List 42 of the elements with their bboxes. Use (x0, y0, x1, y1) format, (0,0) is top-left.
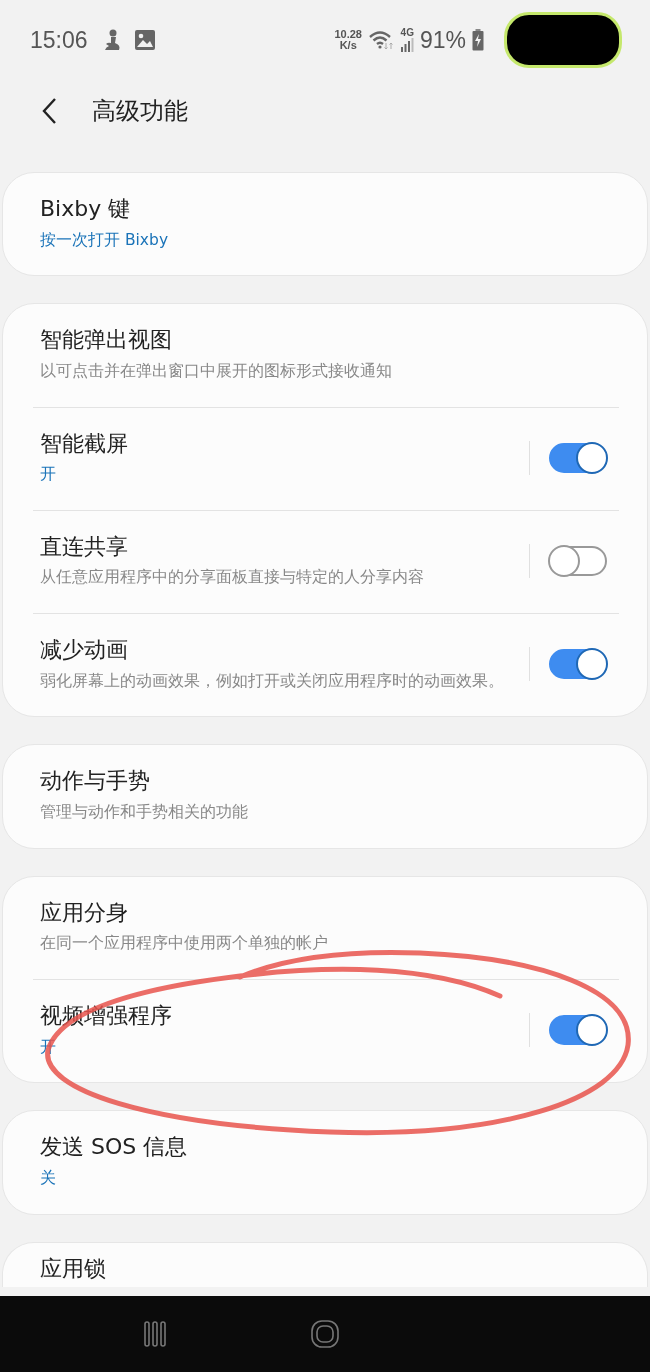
item-summary: 在同一个应用程序中使用两个单独的帐户 (40, 933, 329, 955)
toggle-switch[interactable] (549, 442, 607, 473)
item-summary: 从任意应用程序中的分享面板直接与特定的人分享内容 (40, 567, 425, 589)
item-title: 动作与手势 (40, 767, 151, 796)
item-title: 直连共享 (40, 532, 129, 561)
settings-item[interactable]: 发送 SOS 信息 关 (3, 1111, 647, 1214)
item-summary: 管理与动作和手势相关的功能 (40, 802, 249, 823)
item-summary: 按一次打开 Bixby (40, 229, 170, 251)
image-icon (133, 29, 156, 51)
network-type: 4G (400, 28, 414, 38)
item-title: 应用锁 (40, 1254, 107, 1283)
home-icon[interactable] (311, 1320, 339, 1348)
item-title: 智能截屏 (40, 429, 129, 458)
clock-time: 15:06 (30, 26, 88, 54)
settings-item[interactable]: 智能截屏 开 (3, 407, 647, 510)
signal-icon (399, 38, 414, 52)
wifi-icon (367, 29, 394, 51)
item-title: Bixby 键 (40, 195, 132, 223)
toggle-switch[interactable] (549, 1015, 607, 1046)
page-title: 高级功能 (92, 96, 188, 127)
item-title: 应用分身 (40, 898, 129, 927)
recents-icon[interactable] (141, 1321, 168, 1347)
item-title: 发送 SOS 信息 (40, 1133, 189, 1162)
item-title: 智能弹出视图 (40, 326, 173, 355)
settings-item[interactable]: Bixby 键 按一次打开 Bixby (3, 173, 647, 276)
settings-item[interactable]: 减少动画 弱化屏幕上的动画效果，例如打开或关闭应用程序时的动画效果。 (3, 614, 647, 717)
item-summary: 以可点击并在弹出窗口中展开的图标形式接收通知 (40, 360, 393, 382)
battery-charging-icon (472, 29, 484, 51)
item-summary: 弱化屏幕上的动画效果，例如打开或关闭应用程序时的动画效果。 (40, 670, 505, 692)
item-summary: 关 (40, 1167, 57, 1189)
item-title: 减少动画 (40, 636, 129, 665)
settings-item[interactable]: 动作与手势 管理与动作和手势相关的功能 (3, 745, 647, 848)
settings-item[interactable]: 应用锁 (3, 1242, 647, 1284)
toggle-switch[interactable] (549, 546, 607, 576)
network-speed: 10.28 (334, 29, 362, 40)
settings-item[interactable]: 智能弹出视图 以可点击并在弹出窗口中展开的图标形式接收通知 (3, 304, 647, 407)
battery-level: 91% (419, 26, 466, 54)
settings-item[interactable]: 直连共享 从任意应用程序中的分享面板直接与特定的人分享内容 (3, 510, 647, 614)
speed-unit: K/s (339, 40, 357, 51)
settings-item[interactable]: 应用分身 在同一个应用程序中使用两个单独的帐户 (3, 876, 647, 979)
toggle-switch[interactable] (549, 649, 607, 680)
item-summary: 开 (40, 464, 57, 486)
